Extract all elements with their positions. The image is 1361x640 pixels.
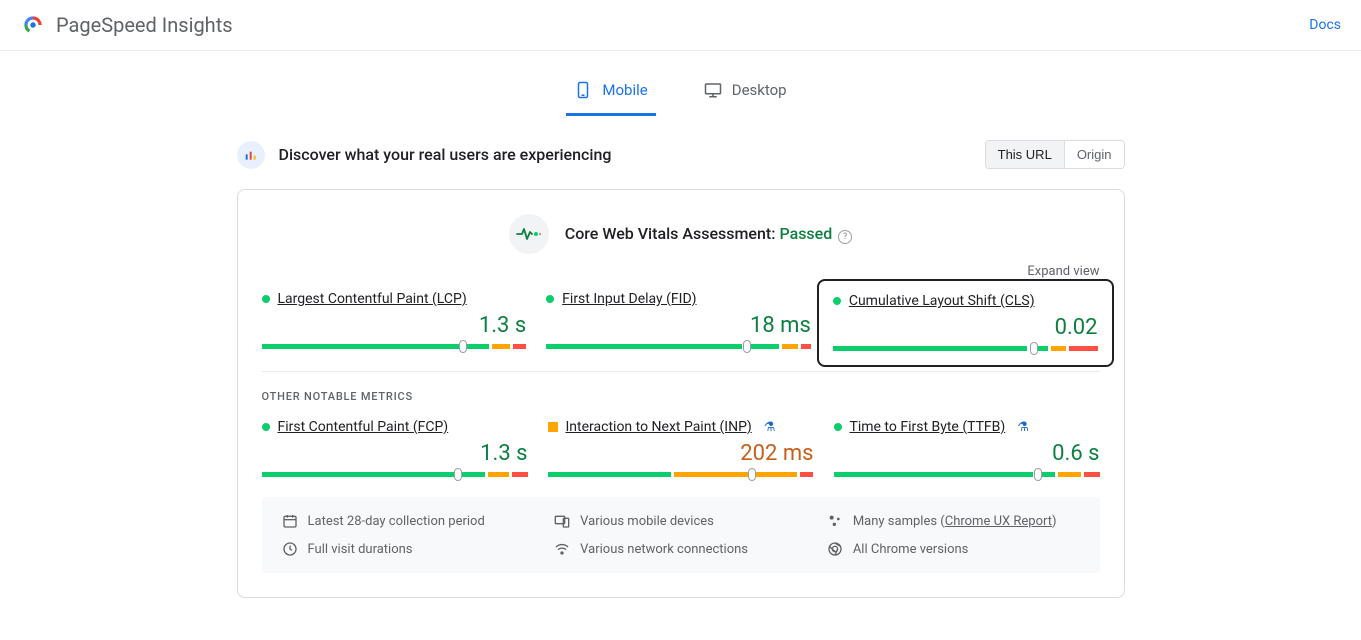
status-dot-green [834,423,842,431]
toggle-this-url[interactable]: This URL [986,141,1064,168]
device-tabs: Mobile Desktop [0,71,1361,116]
footer-network: Various network connections [554,541,807,557]
network-icon [554,541,570,557]
calendar-icon [282,513,298,529]
expand-view-link[interactable]: Expand view [262,264,1100,279]
metric-ttfb-name[interactable]: Time to First Byte (TTFB) [850,419,1006,435]
bar-marker [748,468,756,481]
core-metrics-row: Largest Contentful Paint (LCP) 1.3 s Fir… [262,291,1100,353]
metric-fcp-value: 1.3 s [262,441,528,466]
metric-ttfb-bar [834,472,1100,477]
other-metrics-label: OTHER NOTABLE METRICS [262,390,1100,403]
app-title: PageSpeed Insights [56,13,233,37]
experimental-icon: ⚗ [764,420,776,435]
metadata-footer: Latest 28-day collection period Various … [262,497,1100,573]
assessment-label: Core Web Vitals Assessment: [565,224,776,243]
devices-icon [554,513,570,529]
status-dot-green [262,295,270,303]
metric-lcp-name[interactable]: Largest Contentful Paint (LCP) [278,291,467,307]
samples-icon [827,513,843,529]
chrome-icon [827,541,843,557]
footer-period: Latest 28-day collection period [282,513,535,529]
footer-durations: Full visit durations [282,541,535,557]
metric-fid-value: 18 ms [546,313,811,338]
metric-inp-name[interactable]: Interaction to Next Paint (INP) [566,419,752,435]
main-content: Discover what your real users are experi… [221,140,1141,598]
footer-devices: Various mobile devices [554,513,807,529]
clock-icon [282,541,298,557]
logo-area[interactable]: PageSpeed Insights [20,12,233,38]
info-icon[interactable]: ? [838,230,852,244]
status-square-orange [548,422,558,432]
metric-inp: Interaction to Next Paint (INP) ⚗ 202 ms [548,419,814,477]
assessment-text: Core Web Vitals Assessment: Passed ? [565,224,852,244]
pagespeed-logo-icon [20,12,46,38]
field-data-card: Core Web Vitals Assessment: Passed ? Exp… [237,189,1125,598]
toggle-origin[interactable]: Origin [1064,141,1124,168]
metric-inp-bar [548,472,814,477]
mobile-icon [574,81,592,99]
experimental-icon: ⚗ [1017,420,1029,435]
tab-desktop[interactable]: Desktop [696,71,795,116]
docs-link[interactable]: Docs [1309,17,1341,33]
status-dot-green [546,295,554,303]
metric-ttfb-value: 0.6 s [834,441,1100,466]
bar-marker [1034,468,1042,481]
metric-fid-bar [546,344,811,349]
metric-lcp-value: 1.3 s [262,313,527,338]
other-metrics-row: First Contentful Paint (FCP) 1.3 s Inter… [262,419,1100,477]
footer-samples: Many samples (Chrome UX Report) [827,513,1080,529]
metric-fcp: First Contentful Paint (FCP) 1.3 s [262,419,528,477]
assessment-status: Passed [779,224,832,243]
footer-versions: All Chrome versions [827,541,1080,557]
tab-mobile[interactable]: Mobile [566,71,655,116]
metric-cls: Cumulative Layout Shift (CLS) 0.02 [817,279,1114,367]
metric-cls-name[interactable]: Cumulative Layout Shift (CLS) [849,293,1035,309]
section-title: Discover what your real users are experi… [279,145,612,164]
metric-fid: First Input Delay (FID) 18 ms [546,291,811,353]
metric-lcp: Largest Contentful Paint (LCP) 1.3 s [262,291,527,353]
tab-mobile-label: Mobile [602,81,647,99]
metric-cls-value: 0.02 [833,315,1098,340]
metric-cls-bar [833,346,1098,351]
bar-marker [743,340,751,353]
chart-icon [243,147,259,163]
app-header: PageSpeed Insights Docs [0,0,1361,51]
tab-desktop-label: Desktop [732,81,787,99]
status-dot-green [833,297,841,305]
metric-ttfb: Time to First Byte (TTFB) ⚗ 0.6 s [834,419,1100,477]
status-dot-green [262,423,270,431]
crux-report-link[interactable]: Chrome UX Report [945,514,1052,529]
metric-inp-value: 202 ms [548,441,814,466]
metric-fid-name[interactable]: First Input Delay (FID) [562,291,696,307]
assessment-row: Core Web Vitals Assessment: Passed ? [262,214,1100,254]
divider [262,371,1100,372]
section-header: Discover what your real users are experi… [237,140,1125,169]
metric-lcp-bar [262,344,527,349]
bar-marker [1030,342,1038,355]
metric-fcp-name[interactable]: First Contentful Paint (FCP) [278,419,449,435]
section-icon [237,141,265,169]
bar-marker [459,340,467,353]
bar-marker [454,468,462,481]
pulse-icon [516,226,542,242]
desktop-icon [704,81,722,99]
metric-fcp-bar [262,472,528,477]
pulse-icon-wrap [509,214,549,254]
scope-toggle: This URL Origin [985,140,1125,169]
